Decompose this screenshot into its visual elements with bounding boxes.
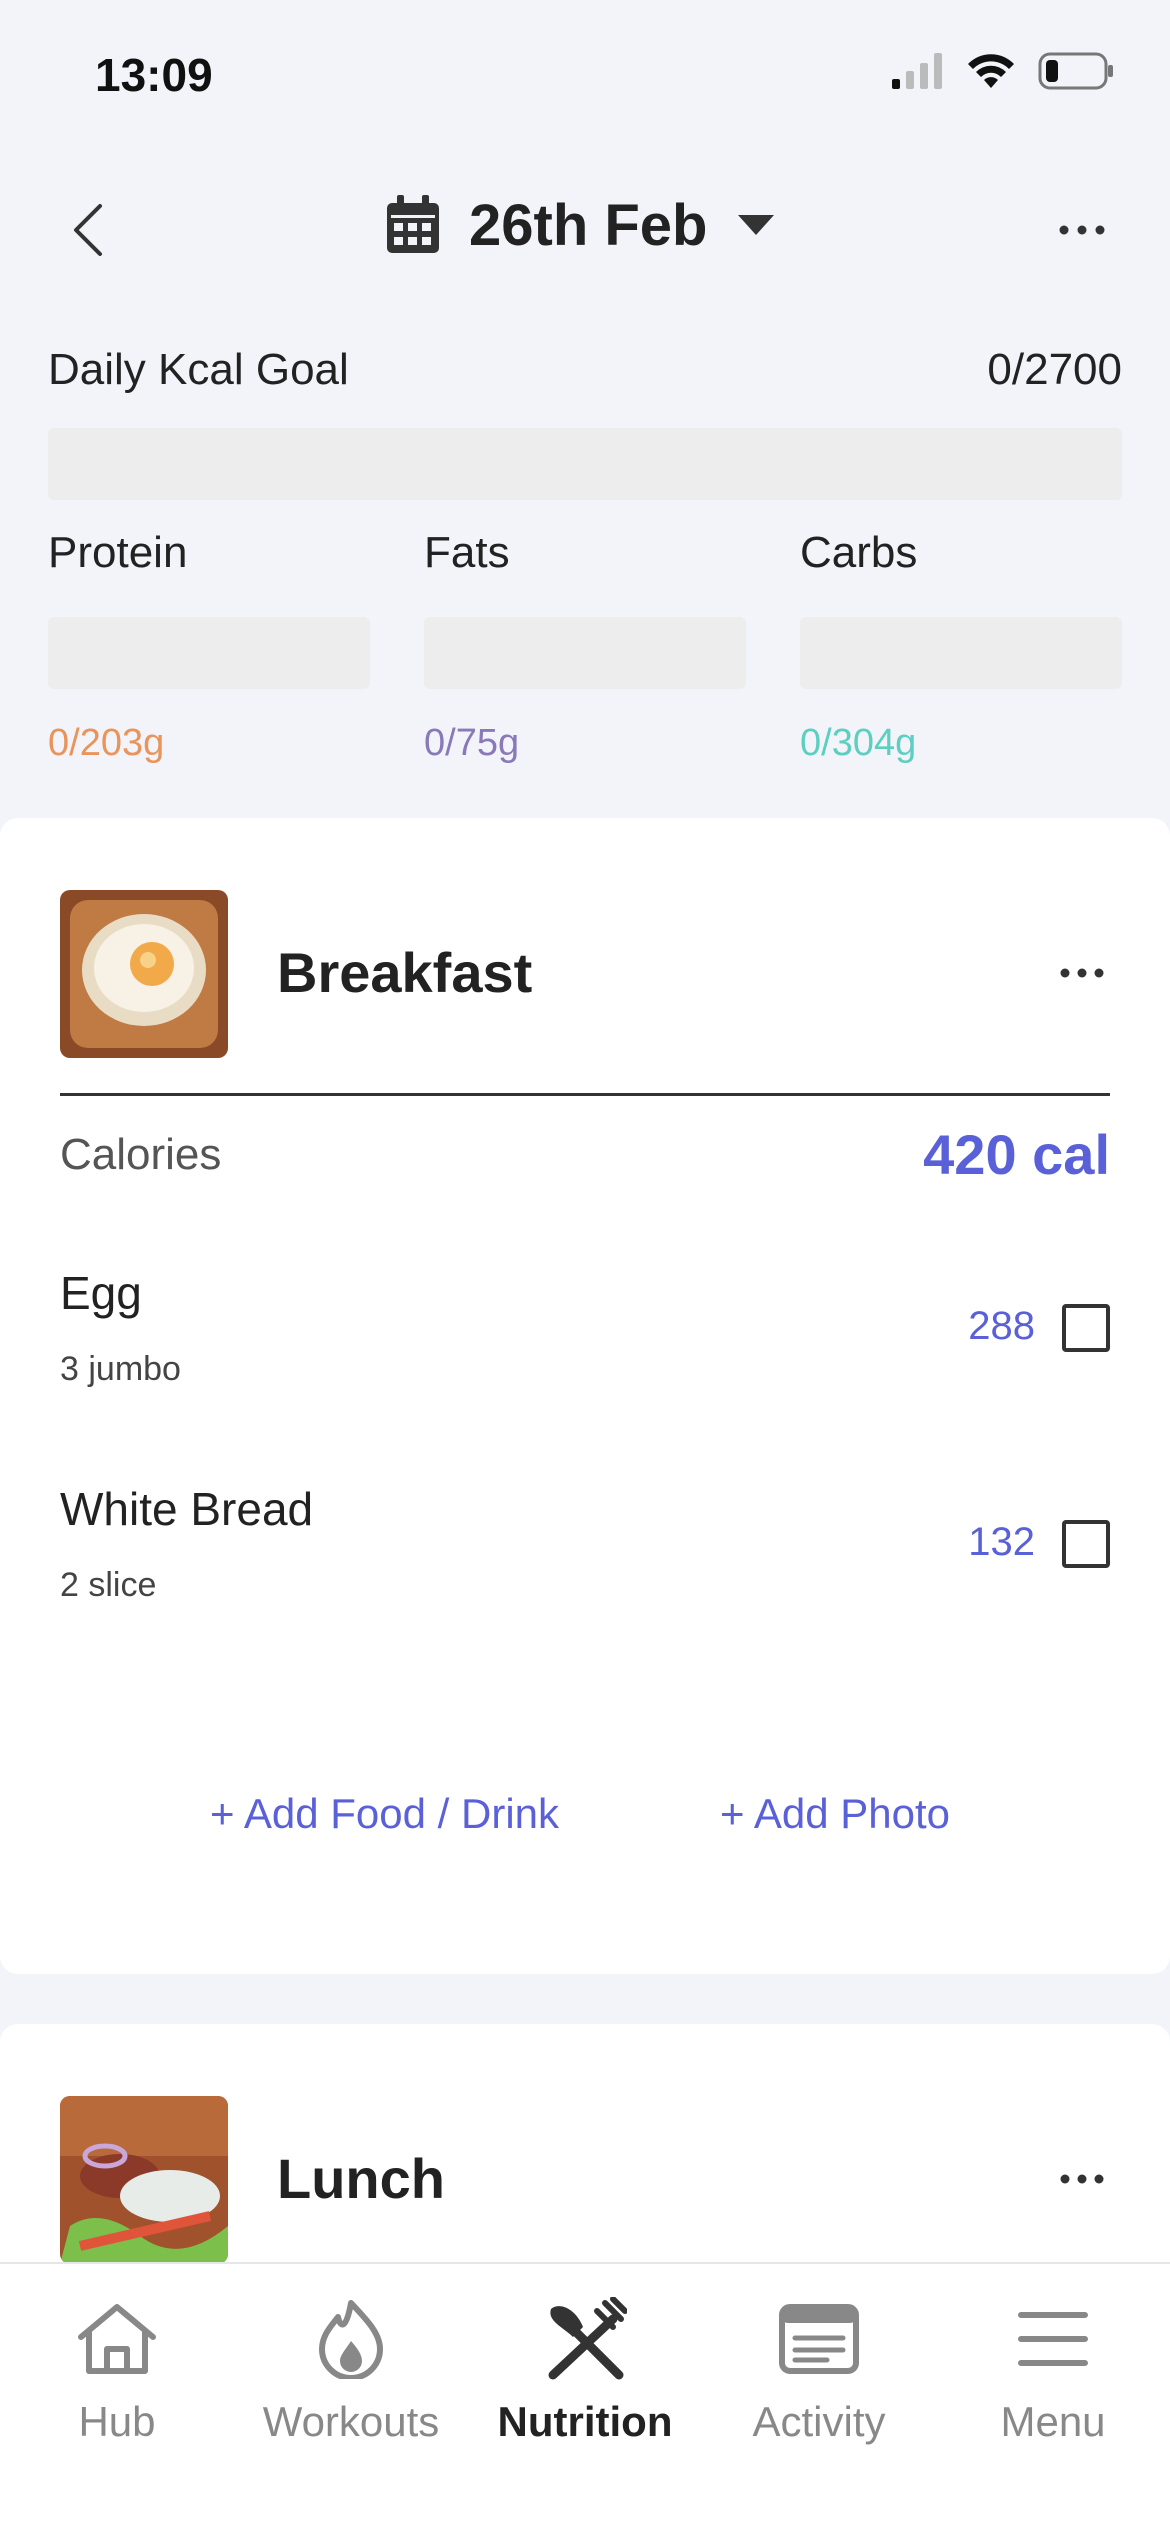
back-button[interactable] <box>58 200 118 260</box>
fork-knife-icon <box>540 2294 630 2384</box>
date-label: 26th Feb <box>469 192 708 258</box>
ellipsis-icon <box>1060 968 1104 978</box>
tab-hub-label: Hub <box>78 2398 156 2445</box>
cellular-signal-icon <box>892 53 942 89</box>
tab-hub[interactable]: Hub <box>0 2294 234 2446</box>
macro-carbs-label: Carbs <box>800 528 918 577</box>
daily-goal-progress-bar <box>48 428 1122 500</box>
caret-down-icon <box>737 215 774 235</box>
wifi-icon <box>968 54 1014 88</box>
tab-menu-label: Menu <box>1000 2398 1106 2445</box>
fats-progress-bar <box>424 617 746 689</box>
flame-icon <box>306 2294 396 2384</box>
tab-activity-label: Activity <box>752 2398 886 2445</box>
chevron-left-icon <box>74 204 102 256</box>
food-item-name[interactable]: Egg <box>60 1266 142 1320</box>
food-item-kcal: 132 <box>968 1520 1035 1564</box>
hamburger-icon <box>1008 2294 1098 2384</box>
status-icons <box>892 52 1114 90</box>
food-item-quantity: 3 jumbo <box>60 1350 181 1388</box>
food-item-quantity: 2 slice <box>60 1566 157 1604</box>
breakfast-more-button[interactable] <box>1052 958 1112 988</box>
date-picker[interactable]: 26th Feb <box>385 190 776 260</box>
status-time: 13:09 <box>95 49 213 101</box>
macro-fats-label: Fats <box>424 528 510 577</box>
tab-workouts-label: Workouts <box>262 2398 440 2445</box>
fats-value: 0/75g <box>424 722 520 764</box>
protein-progress-bar <box>48 617 370 689</box>
lunch-more-button[interactable] <box>1052 2164 1112 2194</box>
top-bar: 26th Feb <box>0 180 1170 280</box>
calendar-icon <box>387 195 439 253</box>
more-options-button[interactable] <box>1052 210 1112 250</box>
food-item-checkbox[interactable] <box>1062 1520 1110 1568</box>
tab-workouts[interactable]: Workouts <box>234 2294 468 2446</box>
macro-protein-label: Protein <box>48 528 188 577</box>
tab-menu[interactable]: Menu <box>936 2294 1170 2446</box>
food-item-kcal: 288 <box>968 1304 1035 1348</box>
add-food-drink-button[interactable]: + Add Food / Drink <box>210 1790 559 1838</box>
ellipsis-icon <box>1059 225 1105 235</box>
food-item-checkbox[interactable] <box>1062 1304 1110 1352</box>
breakfast-card: Breakfast Calories 420 cal Egg 3 jumbo 2… <box>0 818 1170 1974</box>
calories-total: 420 cal <box>923 1123 1110 1186</box>
tab-nutrition-label: Nutrition <box>497 2398 673 2445</box>
protein-value: 0/203g <box>48 722 165 764</box>
food-item-name[interactable]: White Bread <box>60 1482 313 1536</box>
battery-icon <box>1038 52 1113 90</box>
lunch-image <box>60 2096 228 2264</box>
breakfast-title: Breakfast <box>277 941 533 1004</box>
ellipsis-icon <box>1060 2174 1104 2184</box>
tab-nutrition[interactable]: Nutrition <box>468 2294 702 2446</box>
calories-label: Calories <box>60 1130 222 1179</box>
home-icon <box>72 2294 162 2384</box>
add-photo-button[interactable]: + Add Photo <box>720 1790 950 1838</box>
bottom-tab-bar: Hub Workouts Nutrition Activity Menu <box>0 2262 1170 2532</box>
lunch-title: Lunch <box>277 2147 445 2210</box>
breakfast-divider <box>60 1093 1110 1096</box>
daily-goal-label: Daily Kcal Goal <box>48 345 349 394</box>
carbs-progress-bar <box>800 617 1122 689</box>
status-bar: 13:09 <box>0 0 1170 150</box>
daily-goal-row: Daily Kcal Goal 0/2700 <box>48 345 1122 395</box>
tab-activity[interactable]: Activity <box>702 2294 936 2446</box>
daily-goal-value: 0/2700 <box>987 345 1122 394</box>
feed-icon <box>774 2294 864 2384</box>
carbs-value: 0/304g <box>800 722 917 764</box>
breakfast-image <box>60 890 228 1058</box>
